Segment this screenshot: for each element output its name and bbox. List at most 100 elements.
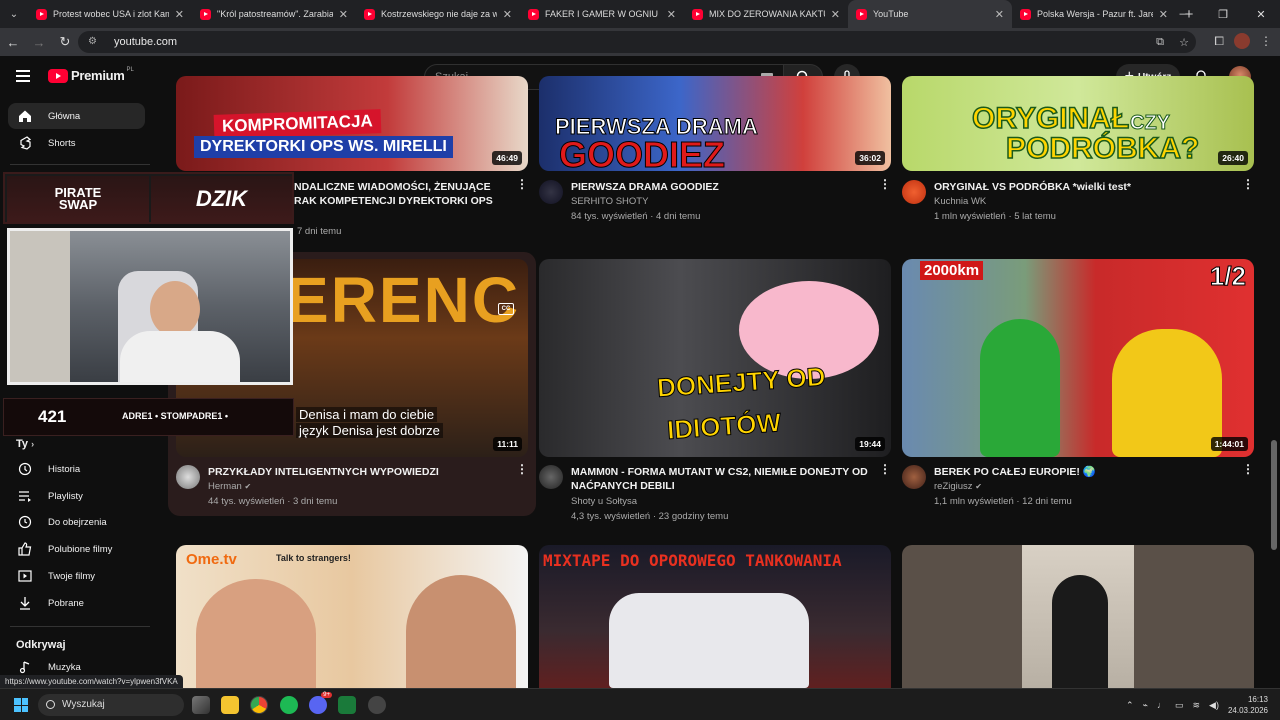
forward-arrow-icon[interactable]: → (26, 28, 52, 56)
display-icon[interactable]: ▭ (1175, 700, 1184, 711)
channel-avatar[interactable] (902, 465, 926, 489)
close-tab-icon[interactable]: ✕ (667, 8, 676, 21)
sidebar-section-you[interactable]: Ty › (16, 438, 34, 450)
video-title[interactable]: PIERWSZA DRAMA GOODIEZ (571, 180, 861, 194)
video-thumbnail[interactable]: Ome.tv Talk to strangers! (176, 545, 528, 688)
browser-tab[interactable]: Polska Wersja - Pazur ft. Jareck ✕ (1012, 0, 1176, 28)
volume-icon[interactable]: ◀) (1209, 700, 1219, 711)
more-actions-icon[interactable]: ⋮ (1242, 178, 1254, 190)
wifi-icon[interactable]: ≋ (1192, 700, 1200, 711)
video-thumbnail[interactable]: PIERWSZA DRAMA GOODIEZ 36:02 (539, 76, 891, 171)
title-line: RAK KOMPETENCJI DYREKTORKI OPS (294, 195, 493, 207)
extensions-icon[interactable]: ⧠ (1214, 34, 1224, 49)
video-title[interactable]: BEREK PO CAŁEJ EUROPIE! 🌍 (934, 465, 1224, 479)
restore-icon[interactable]: ❐ (1204, 0, 1242, 28)
channel-name[interactable]: Herman ✔ (208, 479, 337, 494)
video-duration: 26:40 (1218, 151, 1248, 165)
close-window-icon[interactable]: ✕ (1242, 0, 1280, 28)
video-thumbnail[interactable]: ORYGINAŁ CZY PODRÓBKA? 26:40 (902, 76, 1254, 171)
video-thumbnail[interactable]: MIXTAPE DO OPOROWEGO TANKOWANIA (539, 545, 891, 688)
like-icon (18, 542, 32, 556)
video-stats: 4,3 tys. wyświetleń · 23 godziny temu (571, 511, 729, 522)
video-title[interactable]: ORYGINAŁ VS PODRÓBKA *wielki test* (934, 180, 1224, 194)
more-actions-icon[interactable]: ⋮ (879, 463, 891, 475)
browser-tab-active[interactable]: YouTube ✕ (848, 0, 1012, 28)
bookmark-star-icon[interactable]: ☆ (1172, 36, 1196, 49)
browser-tab[interactable]: FAKER I GAMER W OGNIU | UF ✕ (520, 0, 684, 28)
video-meta-block: Kuchnia WK 1 mln wyświetleń · 5 lat temu (934, 194, 1056, 224)
taskbar-search[interactable]: Wyszukaj (38, 694, 184, 716)
video-thumbnail[interactable]: 2000km 1/2 1:44:01 (902, 259, 1254, 457)
profile-avatar[interactable] (1234, 33, 1250, 49)
more-actions-icon[interactable]: ⋮ (1242, 463, 1254, 475)
obs-icon[interactable] (368, 696, 386, 714)
youtube-favicon-icon (200, 8, 211, 20)
chevron-up-icon[interactable]: ⌃ (1126, 700, 1134, 711)
channel-avatar[interactable] (539, 180, 563, 204)
page-scrollbar-thumb[interactable] (1271, 440, 1277, 550)
logo-region: PL (126, 66, 134, 73)
browser-tab[interactable]: Kostrzewskiego nie daje za wyg ✕ (356, 0, 520, 28)
sidebar-item-home[interactable]: Główna (8, 103, 145, 129)
network-icon[interactable]: ⌁ (1143, 700, 1148, 711)
back-arrow-icon[interactable]: ← (0, 28, 26, 56)
system-tray: ⌃ ⌁ ♩ ▭ ≋ ◀) 16:13 24.03.2026 (1126, 694, 1268, 716)
channel-name[interactable]: Shoty u Sołtysa (571, 494, 728, 509)
channel-avatar[interactable] (176, 465, 200, 489)
windows-start-icon[interactable] (14, 698, 28, 712)
install-app-icon[interactable]: ⧉ (1148, 36, 1172, 49)
reload-icon[interactable]: ↻ (52, 28, 78, 56)
minimize-icon[interactable]: — (1166, 0, 1204, 28)
excel-icon[interactable] (338, 696, 356, 714)
close-tab-icon[interactable]: ✕ (339, 8, 348, 21)
video-thumbnail[interactable]: DONEJTY OD IDIOTÓW 19:44 (539, 259, 891, 457)
task-view-icon[interactable] (192, 696, 210, 714)
captions-icon[interactable]: CC (498, 303, 514, 315)
more-actions-icon[interactable]: ⋮ (516, 178, 528, 190)
close-tab-icon[interactable]: ✕ (175, 8, 184, 21)
close-tab-icon[interactable]: ✕ (503, 8, 512, 21)
youtube-favicon-icon (1020, 8, 1031, 20)
address-bar[interactable]: ⚙ youtube.com ⧉ ☆ (78, 31, 1196, 53)
browser-tab[interactable]: Protest wobec USA i zlot Kamr ✕ (28, 0, 192, 28)
video-stats: 1,1 mln wyświetleń · 12 dni temu (934, 496, 1072, 507)
sidebar-item-history[interactable]: Historia (8, 456, 145, 482)
sidebar-item-your-videos[interactable]: Twoje filmy (8, 563, 145, 589)
channel-name[interactable]: SERHITO SHOTY (571, 194, 700, 209)
video-thumbnail[interactable] (902, 545, 1254, 688)
stream-ticker: ADRE1 • STOMPADRE1 • (122, 411, 228, 421)
sidebar-item-liked[interactable]: Polubione filmy (8, 536, 145, 562)
clock[interactable]: 16:13 24.03.2026 (1228, 694, 1268, 716)
close-tab-icon[interactable]: ✕ (995, 8, 1004, 21)
channel-name[interactable]: Kuchnia WK (934, 194, 1056, 209)
sidebar-item-shorts[interactable]: Shorts (8, 130, 145, 156)
microphone-icon[interactable]: ♩ (1157, 700, 1166, 710)
youtube-premium-logo[interactable]: Premium PL (48, 66, 134, 83)
chrome-icon[interactable] (250, 696, 268, 714)
channel-avatar[interactable] (902, 180, 926, 204)
channel-name[interactable]: reZigiusz ✔ (934, 479, 1072, 494)
video-title[interactable]: MAMM0N - FORMA MUTANT W CS2, NIEMIŁE DON… (571, 465, 871, 493)
video-title[interactable]: NDALICZNE WIADOMOŚCI, ŻENUJĄCE RAK KOMPET… (294, 180, 494, 208)
close-tab-icon[interactable]: ✕ (831, 8, 840, 21)
file-explorer-icon[interactable] (221, 696, 239, 714)
menu-hamburger-icon[interactable] (16, 70, 30, 82)
site-info-icon[interactable]: ⚙ (88, 36, 100, 48)
sidebar-item-watch-later[interactable]: Do obejrzenia (8, 509, 145, 535)
spotify-icon[interactable] (280, 696, 298, 714)
video-thumbnail[interactable]: KOMPROMITACJA DYREKTORKI OPS WS. MIRELLI… (176, 76, 528, 171)
more-actions-icon[interactable]: ⋮ (516, 463, 528, 475)
tab-search-button[interactable]: ⌄ (0, 0, 28, 28)
browser-tab[interactable]: MIX DO ZEROWANIA KAKTUŚC ✕ (684, 0, 848, 28)
sidebar-item-label: Twoje filmy (48, 570, 95, 582)
sidebar-item-downloads[interactable]: Pobrane (8, 590, 145, 616)
channel-avatar[interactable] (539, 465, 563, 489)
discord-icon[interactable]: 9+ (309, 692, 332, 714)
more-actions-icon[interactable]: ⋮ (879, 178, 891, 190)
browser-tab[interactable]: "Król patostreamów". Zarabia s ✕ (192, 0, 356, 28)
video-title[interactable]: PRZYKŁADY INTELIGENTNYCH WYPOWIEDZI (208, 465, 498, 479)
sponsor-logo-dzik: DZIK (151, 176, 292, 222)
browser-menu-icon[interactable]: ⋮ (1260, 34, 1272, 48)
thumbnail-text: 1/2 (1209, 261, 1246, 292)
sidebar-item-playlists[interactable]: Playlisty (8, 483, 145, 509)
